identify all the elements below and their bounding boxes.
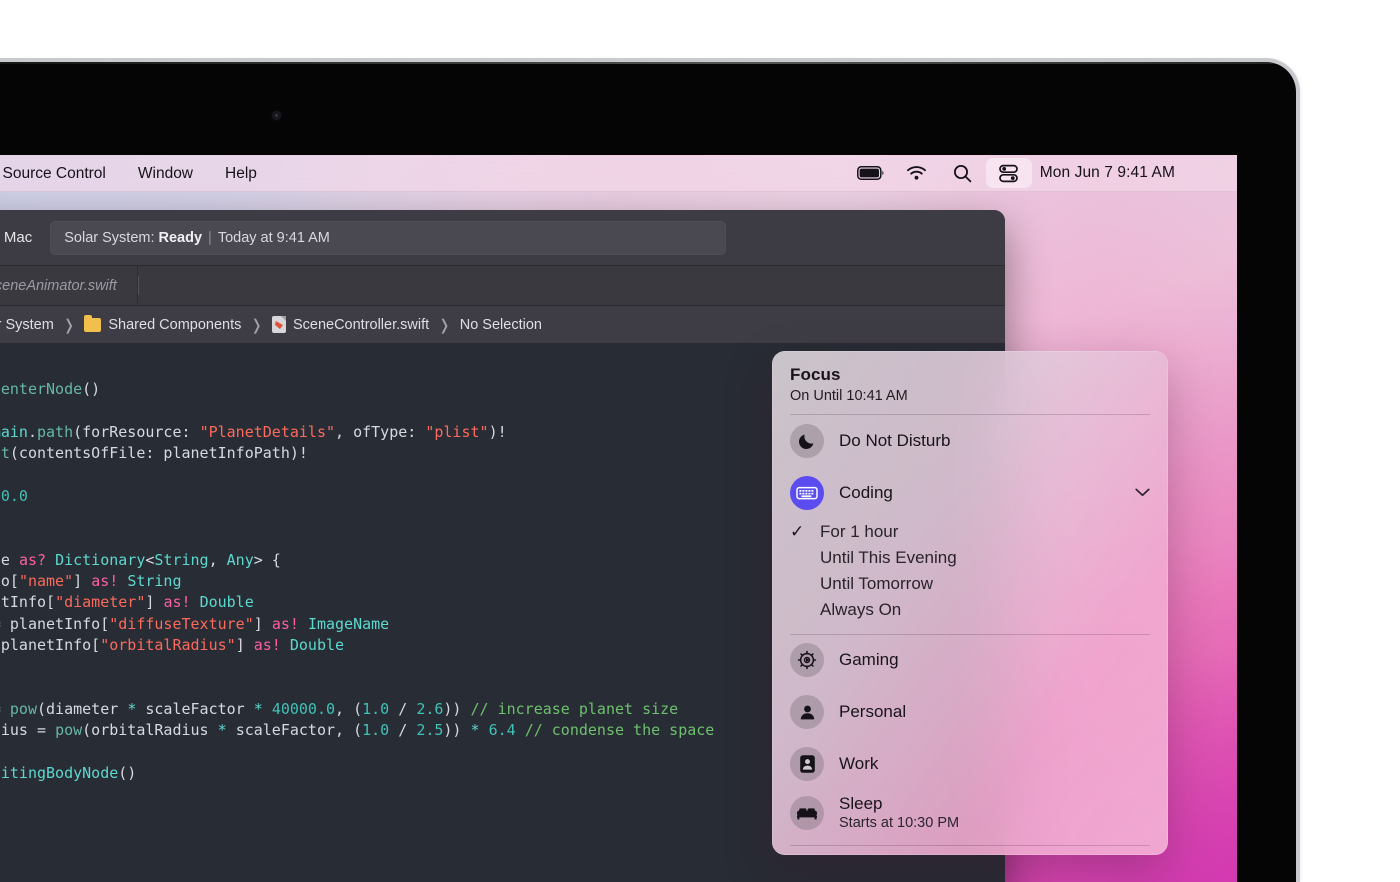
swift-file-icon <box>271 316 286 333</box>
folder-icon <box>84 314 102 332</box>
focus-mode-label: Sleep <box>839 794 883 813</box>
breadcrumb-label: Shared Components <box>108 316 242 333</box>
macbook-bezel: ❭ My Mac Solar System: Ready | Today at 9:… <box>0 62 1296 882</box>
focus-mode-label: Coding <box>839 482 893 502</box>
focus-title: Focus <box>790 365 841 384</box>
scheme-device-label: My Mac <box>0 229 33 246</box>
bed-icon <box>790 796 824 831</box>
focus-duration-options: ✓ For 1 hour ✓ Until This Evening ✓ Unti… <box>772 519 1168 623</box>
focus-mode-label: Do Not Disturb <box>839 430 951 450</box>
xcode-toolbar: ❭ My Mac Solar System: Ready | Today at 9:… <box>0 210 1005 266</box>
menu-source-control[interactable]: Source Control <box>0 155 122 192</box>
focus-mode-coding[interactable]: Coding <box>772 467 1168 519</box>
focus-mode-do-not-disturb[interactable]: Do Not Disturb <box>772 415 1168 467</box>
duration-label: For 1 hour <box>820 521 899 541</box>
search-icon[interactable] <box>940 158 986 188</box>
checkmark-icon: ✓ <box>790 521 805 541</box>
checkmark-placeholder: ✓ <box>790 574 820 594</box>
menu-help[interactable]: Help <box>209 155 273 192</box>
duration-option-always-on[interactable]: ✓ Always On <box>772 597 1168 623</box>
screen: ❭ My Mac Solar System: Ready | Today at 9:… <box>0 155 1237 882</box>
focus-mode-label: Personal <box>839 702 907 721</box>
focus-popover: Focus On Until 10:41 AM Do Not Disturb C… <box>772 351 1168 855</box>
breadcrumb-item-no-selection[interactable]: No Selection <box>456 317 546 333</box>
control-center-icon[interactable] <box>985 158 1032 188</box>
focus-header: Focus On Until 10:41 AM <box>772 351 1168 414</box>
breadcrumb-item-3d-solar-system[interactable]: 3D Solar System <box>0 317 58 333</box>
menubar-clock[interactable]: Mon Jun 7 9:41 AM <box>1032 164 1175 182</box>
activity-status-field[interactable]: Solar System: Ready | Today at 9:41 AM <box>50 220 727 255</box>
checkmark-placeholder: ✓ <box>790 548 820 568</box>
chevron-right-icon: ❭ <box>438 316 451 334</box>
duration-label: Always On <box>820 599 902 619</box>
breadcrumb-item-scenecontroller-swift[interactable]: SceneController.swift <box>268 316 433 333</box>
webcam-icon <box>272 111 281 120</box>
breadcrumb: Solar System iOS ❭ 3D Solar System ❭ Sha… <box>0 306 1005 344</box>
macos-menubar: ebug Source Control Window Help <box>0 155 1237 192</box>
status-state: Ready <box>158 229 203 246</box>
menubar-status-items: Mon Jun 7 9:41 AM <box>848 158 1237 188</box>
gear-icon <box>790 643 824 677</box>
battery-icon[interactable] <box>848 158 894 188</box>
editor-tab-bar: SceneController.swift SceneAnimator.swif… <box>0 266 1005 306</box>
status-project: Solar System: <box>64 229 155 246</box>
chevron-right-icon: ❭ <box>62 316 76 334</box>
tab-divider <box>137 276 139 295</box>
focus-mode-label: Work <box>839 754 879 773</box>
chevron-right-icon: ❭ <box>250 316 263 334</box>
keyboard-icon <box>790 475 824 510</box>
status-time: Today at 9:41 AM <box>217 229 330 246</box>
focus-mode-sleep[interactable]: Sleep Starts at 10:30 PM <box>772 790 1168 838</box>
duration-label: Until This Evening <box>820 547 957 567</box>
checkmark-placeholder: ✓ <box>790 600 820 620</box>
tab-sceneanimator-swift[interactable]: SceneAnimator.swift <box>0 266 138 305</box>
person-icon <box>790 695 824 729</box>
scheme-selector[interactable]: ❭ My Mac <box>0 229 32 246</box>
duration-option-until-this-evening[interactable]: ✓ Until This Evening <box>772 545 1168 571</box>
focus-subtitle: On Until 10:41 AM <box>790 388 908 404</box>
focus-mode-gaming[interactable]: Gaming <box>772 634 1168 686</box>
focus-mode-sublabel: Starts at 10:30 PM <box>839 815 960 832</box>
menubar-menus: ebug Source Control Window Help <box>0 155 273 192</box>
duration-option-for-1-hour[interactable]: ✓ For 1 hour <box>772 519 1168 545</box>
breadcrumb-label: 3D Solar System <box>0 316 54 333</box>
chevron-down-icon[interactable] <box>1135 485 1150 500</box>
duration-label: Until Tomorrow <box>820 573 934 593</box>
menu-window[interactable]: Window <box>122 155 209 192</box>
breadcrumb-item-shared-components[interactable]: Shared Components <box>80 314 245 333</box>
focus-mode-label: Gaming <box>839 650 899 669</box>
focus-mode-personal[interactable]: Personal <box>772 686 1168 738</box>
wifi-icon[interactable] <box>894 158 940 188</box>
breadcrumb-label: No Selection <box>459 316 542 333</box>
focus-mode-work[interactable]: Work <box>772 738 1168 790</box>
status-separator: | <box>208 229 212 246</box>
focus-preferences-button[interactable]: Focus Preferences... <box>772 846 1168 855</box>
breadcrumb-label: SceneController.swift <box>292 316 430 333</box>
tab-label: SceneAnimator.swift <box>0 277 117 294</box>
bezel-highlight <box>0 62 1296 64</box>
duration-option-until-tomorrow[interactable]: ✓ Until Tomorrow <box>772 571 1168 597</box>
badge-icon <box>790 747 824 781</box>
moon-icon <box>790 423 824 458</box>
